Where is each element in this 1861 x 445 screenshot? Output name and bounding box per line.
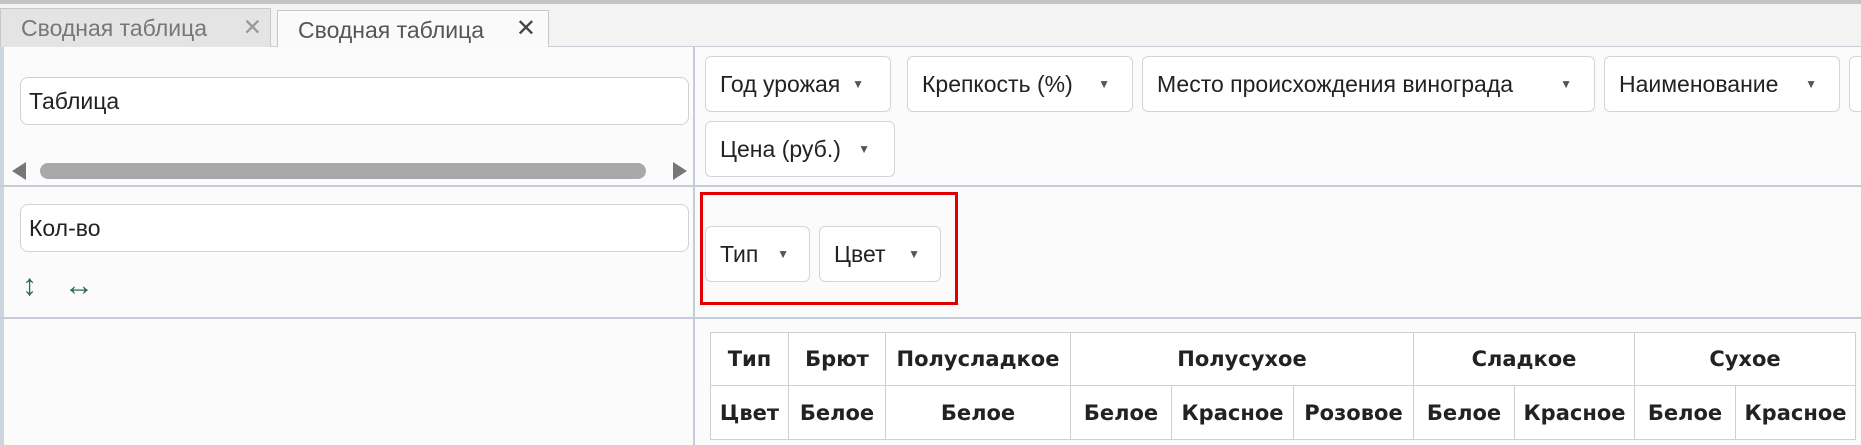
horizontal-scrollbar[interactable] xyxy=(12,160,687,182)
tab-label: Сводная таблица xyxy=(21,15,208,41)
chip-label: Наименование xyxy=(1619,71,1779,97)
close-icon[interactable]: ✕ xyxy=(243,8,262,46)
aggregator-select[interactable]: Кол-во xyxy=(20,204,689,252)
renderer-select[interactable]: Таблица xyxy=(20,77,689,125)
panel-divider-1 xyxy=(0,185,1861,187)
tab-pivot-table-2[interactable]: Сводная таблица ✕ xyxy=(277,10,549,50)
close-icon[interactable]: ✕ xyxy=(516,10,536,48)
chevron-down-icon[interactable]: ▼ xyxy=(1805,57,1817,111)
table-row: Цвет Белое Белое Белое Красное Розовое Б… xyxy=(710,385,1856,440)
chip-label: Место происхождения винограда xyxy=(1157,71,1514,97)
group-header: Полусухое xyxy=(1070,332,1414,386)
col-sort-icon[interactable]: ↔ xyxy=(64,268,94,304)
row-header-color: Цвет xyxy=(710,385,789,440)
attr-strength[interactable]: Крепкость (%) ▼ xyxy=(907,56,1133,112)
row-header-type: Тип xyxy=(710,332,789,386)
scrollbar-thumb[interactable] xyxy=(40,163,646,179)
chevron-down-icon[interactable]: ▼ xyxy=(852,57,864,111)
scroll-left-icon[interactable] xyxy=(12,162,26,180)
color-header: Красное xyxy=(1514,385,1635,440)
chip-label: Год урожая xyxy=(720,71,841,97)
group-header: Сладкое xyxy=(1413,332,1635,386)
color-header: Белое xyxy=(1413,385,1515,440)
scroll-right-icon[interactable] xyxy=(673,162,687,180)
tab-pivot-table-1[interactable]: Сводная таблица ✕ xyxy=(0,8,271,48)
tab-bar: Сводная таблица ✕ Сводная таблица ✕ xyxy=(0,4,1861,50)
attr-next-partial[interactable] xyxy=(1849,56,1861,112)
group-header: Брют xyxy=(788,332,886,386)
chip-label: Крепкость (%) xyxy=(922,71,1073,97)
panel-divider-2 xyxy=(0,317,1861,319)
pivot-table: Тип Брют Полусладкое Полусухое Сладкое С… xyxy=(710,332,1856,440)
attr-harvest-year[interactable]: Год урожая ▼ xyxy=(705,56,891,112)
chip-label: Цена (руб.) xyxy=(720,136,841,162)
group-header: Сухое xyxy=(1634,332,1856,386)
color-header: Белое xyxy=(1634,385,1736,440)
chevron-down-icon[interactable]: ▼ xyxy=(1560,57,1572,111)
color-header: Красное xyxy=(1735,385,1856,440)
color-header: Красное xyxy=(1171,385,1294,440)
tab-label: Сводная таблица xyxy=(298,17,485,43)
chevron-down-icon[interactable]: ▼ xyxy=(858,122,870,176)
highlight-box xyxy=(700,192,958,305)
attr-grape-origin[interactable]: Место происхождения винограда ▼ xyxy=(1142,56,1595,112)
attr-price[interactable]: Цена (руб.) ▼ xyxy=(705,121,895,177)
color-header: Белое xyxy=(885,385,1071,440)
table-row: Тип Брют Полусладкое Полусухое Сладкое С… xyxy=(710,332,1856,386)
color-header: Белое xyxy=(788,385,886,440)
group-header: Полусладкое xyxy=(885,332,1071,386)
color-header: Розовое xyxy=(1293,385,1414,440)
attr-name[interactable]: Наименование ▼ xyxy=(1604,56,1840,112)
color-header: Белое xyxy=(1070,385,1172,440)
row-sort-icon[interactable]: ↕ xyxy=(22,268,37,304)
chevron-down-icon[interactable]: ▼ xyxy=(1098,57,1110,111)
panel-divider-vertical xyxy=(693,47,695,445)
